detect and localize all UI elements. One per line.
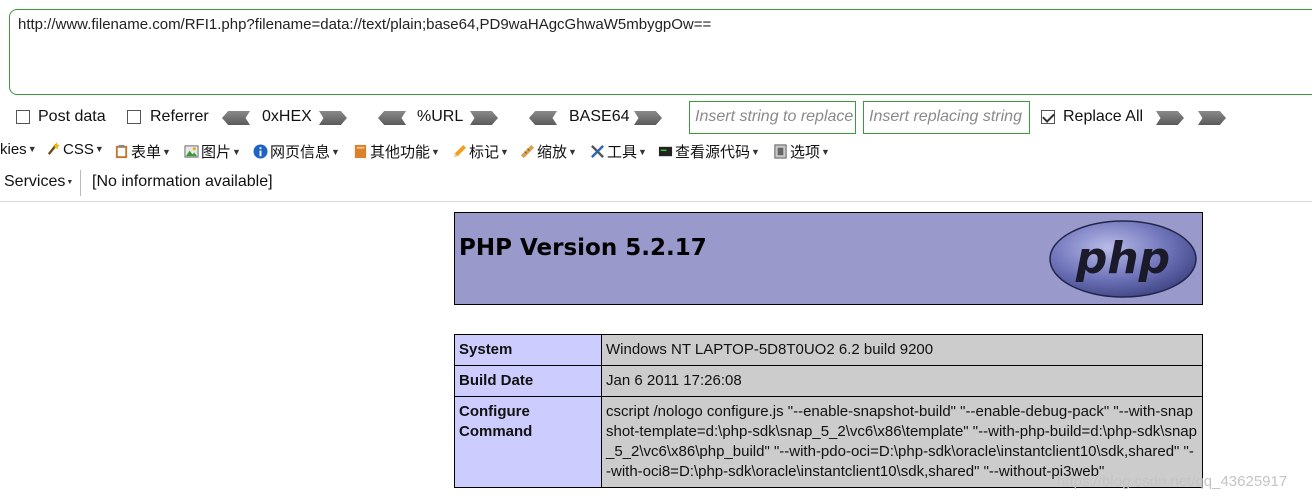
tools-menu-label: 工具: [607, 144, 638, 161]
chevron-down-icon: ▼: [638, 147, 647, 157]
book-icon: [354, 144, 367, 159]
forms-menu-label: 表单: [131, 144, 162, 161]
row-key: Build Date: [454, 365, 602, 397]
view-source-menu-label: 查看源代码: [675, 144, 751, 161]
services-label: Services: [4, 173, 66, 190]
post-data-checkbox[interactable]: [16, 110, 30, 124]
info-menu-label: 网页信息: [270, 144, 331, 161]
table-row: Build Date Jan 6 2011 17:26:08: [454, 365, 1203, 397]
services-info-text: [No information available]: [92, 173, 273, 190]
chevron-down-icon: ▼: [821, 147, 830, 157]
services-bar: Services▼ [No information available]: [0, 168, 1312, 200]
pencil-icon: [453, 144, 467, 158]
url-text[interactable]: http://www.filename.com/RFI1.php?filenam…: [18, 16, 711, 33]
watermark: https://blog.csdn.net/qq_43625917: [1057, 473, 1288, 490]
view-source-menu[interactable]: 查看源代码▼: [658, 141, 760, 162]
chevron-down-icon: ▼: [751, 147, 760, 157]
chevron-down-icon: ▼: [232, 147, 241, 157]
replace-string-input[interactable]: Insert string to replace: [689, 101, 856, 134]
replace-all-checkbox[interactable]: [1041, 110, 1055, 124]
info-menu[interactable]: 网页信息▼: [253, 141, 340, 162]
clipboard-icon: [115, 144, 128, 159]
tools-icon: [591, 145, 604, 158]
images-menu[interactable]: 图片▼: [184, 141, 241, 162]
url-textarea[interactable]: http://www.filename.com/RFI1.php?filenam…: [9, 9, 1312, 95]
referrer-label[interactable]: Referrer: [150, 108, 209, 126]
url-decode-arrow-icon[interactable]: [378, 111, 406, 125]
options-menu-label: 选项: [790, 144, 821, 161]
chevron-down-icon: ▼: [431, 147, 440, 157]
cookies-menu[interactable]: kies▼: [0, 141, 37, 158]
cookies-menu-label: kies: [0, 141, 27, 158]
css-menu-label: CSS: [63, 141, 94, 158]
terminal-icon: [658, 146, 673, 157]
replace-all-label[interactable]: Replace All: [1063, 108, 1143, 126]
hackbar-options-row: Post data Referrer 0xHEX %URL BASE64 Ins…: [0, 100, 1312, 136]
resize-menu[interactable]: 缩放▼: [520, 141, 577, 162]
ruler-icon: [520, 144, 535, 159]
replacing-string-input[interactable]: Insert replacing string: [863, 101, 1030, 134]
replace-next-arrow-icon[interactable]: [1198, 111, 1226, 125]
row-value: Jan 6 2011 17:26:08: [601, 365, 1203, 397]
base64-decode-arrow-icon[interactable]: [529, 111, 557, 125]
replace-run-arrow-icon[interactable]: [1156, 111, 1184, 125]
misc-menu[interactable]: 其他功能▼: [353, 141, 440, 162]
base64-label: BASE64: [569, 108, 630, 125]
toolbar-divider: [80, 170, 81, 196]
chevron-down-icon: ▼: [27, 144, 37, 154]
phpinfo-header: PHP Version 5.2.17 php: [454, 212, 1203, 305]
post-data-label[interactable]: Post data: [38, 108, 106, 126]
services-menu[interactable]: Services▼: [4, 173, 73, 191]
misc-menu-label: 其他功能: [370, 144, 431, 161]
base64-encode-arrow-icon[interactable]: [634, 111, 662, 125]
forms-menu[interactable]: 表单▼: [114, 141, 171, 162]
resize-menu-label: 缩放: [537, 144, 568, 161]
row-key: Configure Command: [454, 396, 602, 488]
chevron-down-icon: ▼: [66, 179, 74, 186]
chevron-down-icon: ▼: [331, 147, 340, 157]
web-developer-toolbar: kies▼ CSS▼ 表单▼ 图片▼ 网页信息▼ 其他功能▼ 标记▼ 缩放▼ 工…: [0, 137, 1312, 165]
chevron-down-icon: ▼: [162, 147, 171, 157]
url-encode-label: %URL: [417, 108, 464, 125]
toolbar-bottom-divider: [0, 201, 1312, 202]
php-logo: php: [1049, 220, 1197, 298]
options-menu[interactable]: 选项▼: [773, 141, 830, 162]
chevron-down-icon: ▼: [94, 144, 104, 154]
hex-decode-arrow-icon[interactable]: [222, 111, 250, 125]
css-menu[interactable]: CSS▼: [46, 141, 104, 158]
tools-menu[interactable]: 工具▼: [590, 141, 647, 162]
outline-menu[interactable]: 标记▼: [452, 141, 509, 162]
row-value: Windows NT LAPTOP-5D8T0UO2 6.2 build 920…: [601, 334, 1203, 366]
php-logo-text: php: [1075, 233, 1170, 284]
images-menu-label: 图片: [201, 144, 232, 161]
referrer-checkbox[interactable]: [127, 110, 141, 124]
info-icon: [253, 144, 268, 159]
php-version-title: PHP Version 5.2.17: [459, 235, 707, 261]
chevron-down-icon: ▼: [568, 147, 577, 157]
phpinfo-table: System Windows NT LAPTOP-5D8T0UO2 6.2 bu…: [454, 334, 1203, 488]
image-icon: [184, 145, 199, 158]
options-icon: [774, 144, 787, 159]
url-encode-arrow-icon[interactable]: [470, 111, 498, 125]
outline-menu-label: 标记: [469, 144, 500, 161]
hex-encode-arrow-icon[interactable]: [319, 111, 347, 125]
wand-icon: [47, 141, 61, 155]
chevron-down-icon: ▼: [500, 147, 509, 157]
table-row: System Windows NT LAPTOP-5D8T0UO2 6.2 bu…: [454, 334, 1203, 366]
row-key: System: [454, 334, 602, 366]
hex-label: 0xHEX: [262, 108, 312, 125]
